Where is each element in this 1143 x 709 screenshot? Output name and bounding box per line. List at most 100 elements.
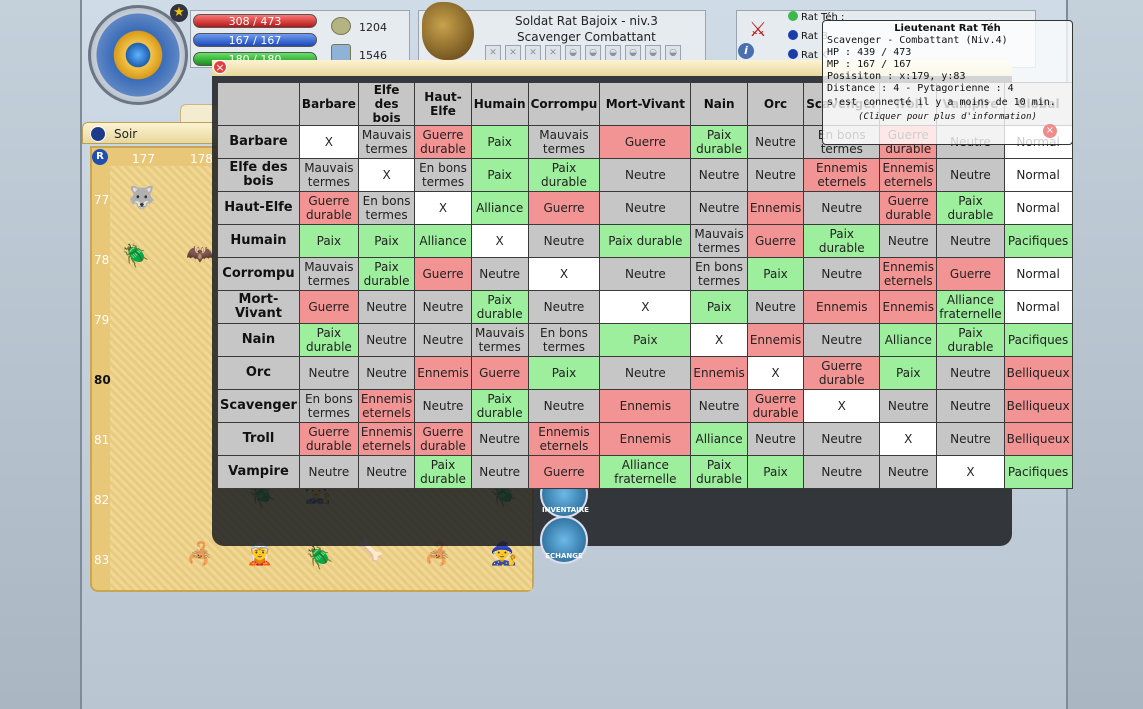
relation-cell: Mauvais termes [690, 224, 748, 258]
player-tooltip[interactable]: Lieutenant Rat Téh Scavenger - Combattan… [822, 20, 1073, 145]
relation-cell: Guerre [470, 356, 529, 390]
relation-cell: Normal [1003, 257, 1073, 291]
close-icon[interactable]: × [213, 60, 227, 74]
relation-cell: X [746, 356, 805, 390]
row-label: 78 [94, 253, 110, 267]
slot-icon[interactable]: ✕ [505, 45, 521, 61]
relation-cell: Ennemis eternels [879, 257, 938, 291]
status-dot-icon [788, 30, 798, 40]
relation-cell: Neutre [690, 389, 748, 423]
table-row: Haut-Elfe Guerre durable En bons termes X Al… [217, 191, 1073, 225]
relation-cell: Paix [746, 455, 805, 489]
table-row: Humain Paix Paix Alliance X Neutre Paix durabl… [217, 224, 1073, 258]
col-label: 178 [190, 152, 213, 166]
slot-icon[interactable]: ◒ [565, 45, 581, 61]
column-header: Corrompu [527, 82, 601, 126]
slot-icon[interactable]: ◒ [665, 45, 681, 61]
slot-icon[interactable]: ✕ [485, 45, 501, 61]
relation-cell: Neutre [803, 191, 881, 225]
exchange-button[interactable]: ECHANGE [540, 516, 588, 564]
relation-cell: Neutre [803, 257, 881, 291]
relation-cell: Neutre [936, 356, 1005, 390]
gold-icon [331, 17, 351, 35]
relation-cell: Pacifiques [1003, 224, 1073, 258]
row-header: Barbare [217, 125, 300, 159]
relation-cell: Neutre [414, 389, 472, 423]
table-row: Vampire Neutre Neutre Paix durable Neutre Gue… [217, 455, 1073, 489]
beetle-icon[interactable]: 🪲 [306, 546, 333, 571]
slot-icon[interactable]: ✕ [525, 45, 541, 61]
tooltip-hint: (Cliquer pour plus d'information) [858, 112, 1037, 122]
relation-cell: Neutre [879, 389, 938, 423]
table-row: Nain Paix durable Neutre Neutre Mauvais term… [217, 323, 1073, 357]
player-class: Scavenger Combattant [517, 30, 656, 44]
relation-cell: Neutre [879, 224, 938, 258]
relation-cell: Belliqueux [1003, 389, 1073, 423]
relation-cell: Neutre [599, 356, 692, 390]
relation-cell: Neutre [599, 158, 692, 192]
tooltip-line: Distance : 4 - Pytagorienne : 4 [827, 83, 1014, 94]
relation-cell: X [936, 455, 1005, 489]
column-header: Elfe des bois [357, 82, 416, 126]
relation-cell: Neutre [527, 224, 601, 258]
relation-cell: Paix durable [690, 455, 748, 489]
relation-cell: Paix [690, 290, 748, 324]
relation-cell: Normal [1003, 158, 1073, 192]
bat-icon[interactable]: 🦇 [186, 242, 213, 267]
relation-cell: En bons termes [690, 257, 748, 291]
slot-icon[interactable]: ◒ [585, 45, 601, 61]
column-header: Orc [746, 82, 805, 126]
relation-cell: Ennemis [879, 290, 938, 324]
status-dot-icon [788, 49, 798, 59]
star-icon[interactable]: ★ [170, 4, 188, 22]
slot-icon[interactable]: ◒ [625, 45, 641, 61]
tooltip-line: HP : 439 / 473 [827, 47, 912, 58]
map-corner-badge: R [92, 149, 108, 165]
player-name: Soldat Rat Bajoix - niv.3 [515, 14, 658, 28]
equipment-slots: ✕ ✕ ✕ ✕ ◒ ◒ ◒ ◒ ◒ ◒ [485, 45, 681, 61]
row-header: Nain [217, 323, 300, 357]
relation-cell: Neutre [298, 356, 359, 390]
relation-cell: Guerre durable [298, 422, 359, 456]
slot-icon[interactable]: ✕ [545, 45, 561, 61]
row-header: Humain [217, 224, 300, 258]
relation-cell: Guerre durable [746, 389, 805, 423]
relation-cell: Alliance [414, 224, 472, 258]
slot-icon[interactable]: ◒ [605, 45, 621, 61]
row-label: 80 [94, 373, 111, 387]
column-header: Mort-Vivant [599, 82, 692, 126]
table-row: Elfe des bois Mauvais termes X En bons term… [217, 158, 1073, 192]
relation-cell: Neutre [936, 422, 1005, 456]
relation-cell: Guerre durable [414, 422, 472, 456]
relation-cell: Paix durable [936, 191, 1005, 225]
relation-cell: Ennemis eternels [527, 422, 601, 456]
relation-cell: Ennemis eternels [879, 158, 938, 192]
row-header: Scavenger [217, 389, 300, 423]
relation-cell: Alliance [690, 422, 748, 456]
close-icon[interactable]: × [1043, 124, 1057, 138]
relation-cell: Neutre [690, 158, 748, 192]
mp-bar: 167 / 167 [193, 33, 317, 47]
relation-cell: Belliqueux [1003, 422, 1073, 456]
relation-cell: Guerre [746, 224, 805, 258]
beetle-icon[interactable]: 🪲 [122, 244, 149, 269]
wolf-icon[interactable]: 🐺 [128, 186, 155, 211]
relation-cell: X [298, 125, 359, 159]
slot-icon[interactable]: ◒ [645, 45, 661, 61]
relation-cell: Paix [357, 224, 416, 258]
tooltip-line: s'est connecté il y a moins de 10 min. [827, 97, 1056, 108]
relation-cell: Neutre [414, 323, 472, 357]
relation-cell: X [357, 158, 416, 192]
row-label: 77 [94, 193, 110, 207]
relation-cell: Guerre durable [803, 356, 881, 390]
relation-cell: Paix [298, 224, 359, 258]
relation-cell: Paix durable [690, 125, 748, 159]
relation-cell: Alliance fraternelle [936, 290, 1005, 324]
scorpion-icon[interactable]: 🦂 [186, 542, 213, 567]
relation-cell: Neutre [746, 290, 805, 324]
tooltip-line: Scavenger - Combattant (Niv.4) [827, 35, 1008, 46]
info-icon[interactable]: i [738, 43, 754, 59]
relation-cell: Neutre [414, 290, 472, 324]
relation-cell: En bons termes [527, 323, 601, 357]
tooltip-title: Lieutenant Rat Téh [894, 23, 1001, 34]
